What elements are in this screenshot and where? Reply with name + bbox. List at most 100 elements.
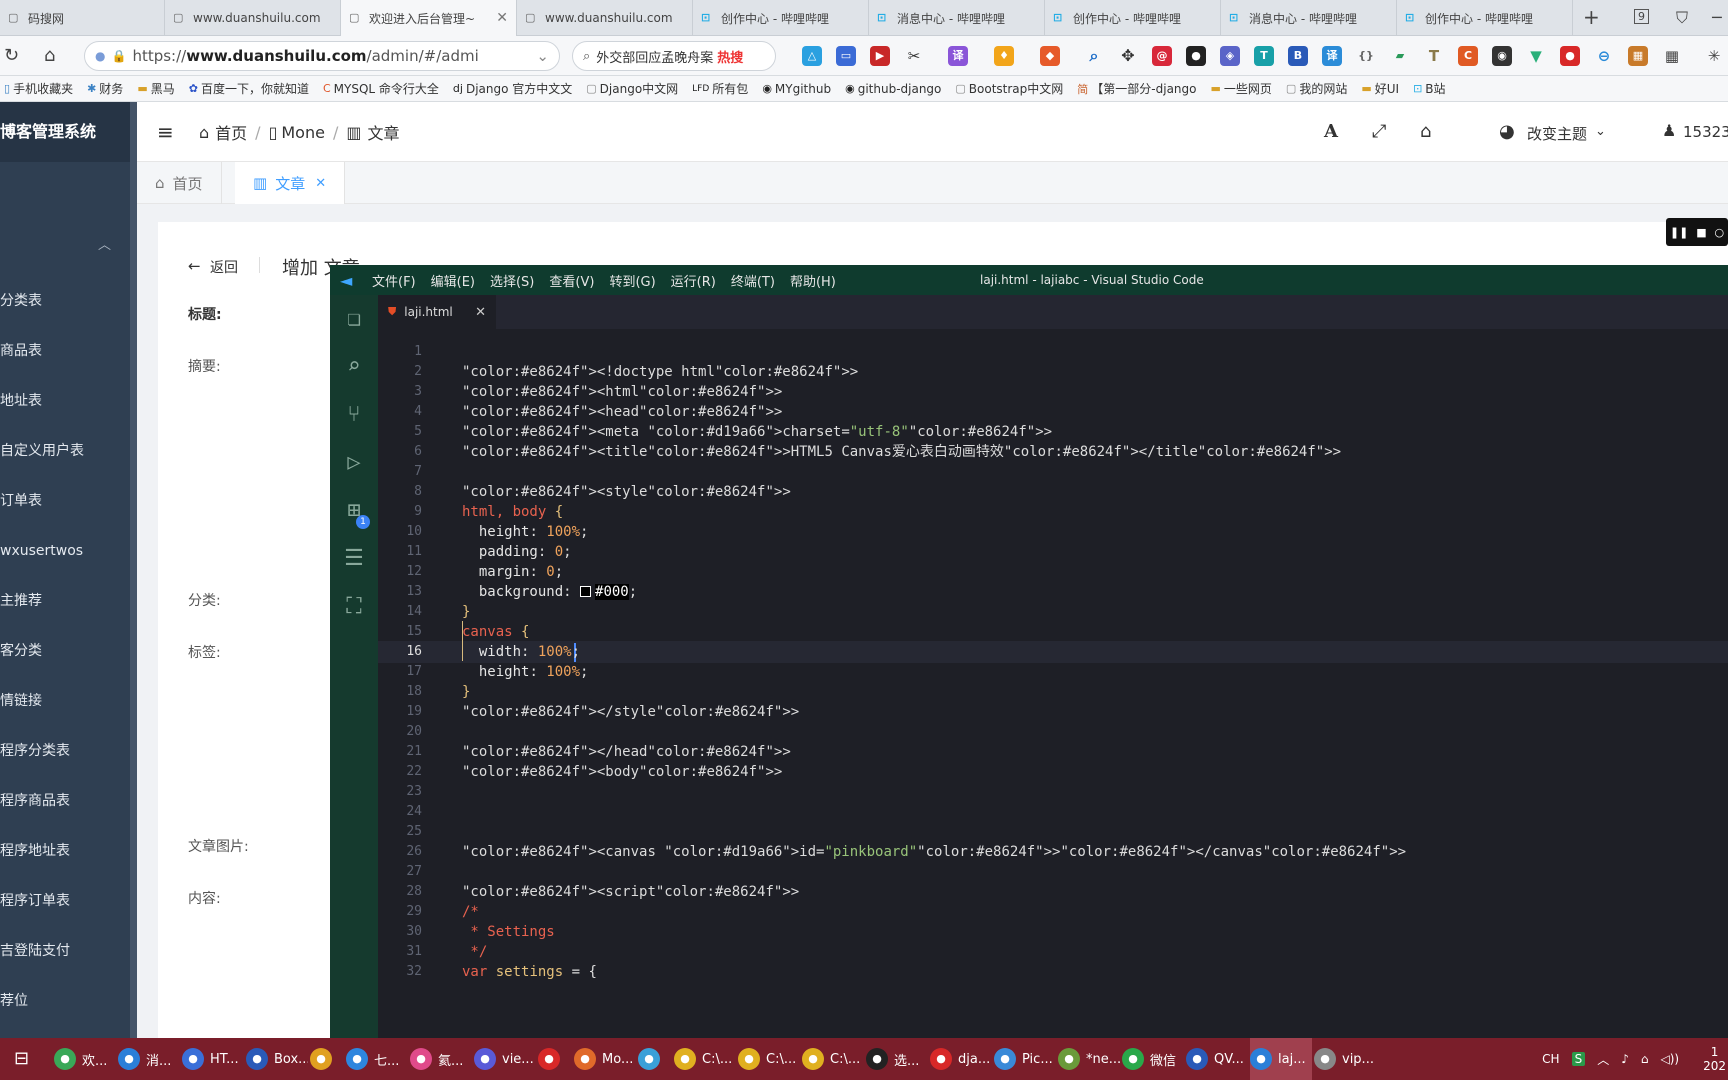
record-icon[interactable]: ○ [1714, 226, 1724, 239]
tab-count-badge[interactable]: 9 [1634, 9, 1649, 24]
extension-icon[interactable]: @ [1152, 46, 1172, 66]
close-icon[interactable]: ✕ [475, 305, 486, 320]
chevron-down-icon[interactable]: ⌄ [1595, 124, 1606, 139]
search-input[interactable]: ⌕ 外交部回应孟晚舟案 热搜 [572, 41, 776, 71]
taskbar-app[interactable]: ● 欢... [54, 1038, 116, 1080]
chevron-down-icon[interactable]: ⌄ [536, 47, 549, 65]
back-button[interactable]: 返回 [210, 257, 238, 277]
taskbar-app[interactable]: ● QV... [1186, 1038, 1248, 1080]
taskbar-app[interactable]: ● vip... [1314, 1038, 1376, 1080]
menu-edit[interactable]: 编辑(E) [431, 271, 475, 290]
editor-tab[interactable]: ⛊ laji.html ✕ [378, 295, 496, 329]
loading-icon[interactable]: ✳ [1704, 46, 1724, 66]
grid-icon[interactable]: ▦ [1662, 46, 1682, 66]
pause-icon[interactable]: ❚❚ [1670, 226, 1688, 239]
taskbar-app[interactable]: ● Box... [246, 1038, 308, 1080]
taskbar-app[interactable]: ● [310, 1038, 344, 1080]
microphone-icon[interactable]: ♪ [1621, 1052, 1629, 1066]
sidebar-item[interactable]: 程序订单表 [0, 876, 137, 926]
close-icon[interactable]: ✕ [315, 176, 326, 191]
volume-icon[interactable]: ◁)) [1661, 1052, 1680, 1066]
close-icon[interactable]: ✕ [496, 10, 508, 26]
tab-home[interactable]: ⌂ 首页 [137, 162, 222, 204]
sidebar-item[interactable]: 自定义用户表 [0, 426, 137, 476]
bookmark[interactable]: ▢ Django中文网 [586, 80, 678, 97]
media-controls[interactable]: ❚❚ ■ ○ [1666, 218, 1728, 246]
bookmark[interactable]: ▬ 一些网页 [1210, 80, 1271, 97]
taskbar-app[interactable]: ● Mo... [574, 1038, 636, 1080]
stop-icon[interactable]: ■ [1696, 226, 1706, 239]
bookmark[interactable]: ▢ Bootstrap中文网 [955, 80, 1063, 97]
extension-icon[interactable]: ◆ [1040, 46, 1060, 66]
sidebar-item[interactable]: 程序分类表 [0, 726, 137, 776]
breadcrumb-item[interactable]: Mone [281, 123, 325, 142]
new-tab-icon[interactable]: + [1583, 5, 1600, 29]
bookmark[interactable]: ◉ github-django [845, 82, 941, 96]
ime-icon[interactable]: S [1571, 1052, 1586, 1066]
menu-file[interactable]: 文件(F) [372, 271, 416, 290]
sidebar-item[interactable]: 客分类 [0, 626, 137, 676]
taskbar-app[interactable]: ● vie... [474, 1038, 536, 1080]
back-arrow-icon[interactable]: ← [188, 257, 201, 275]
browser-tab[interactable]: ⊡ 消息中心 - 哔哩哔哩 [869, 0, 1045, 36]
taskbar-app[interactable]: ● HT... [182, 1038, 244, 1080]
taskbar-app[interactable]: ● dja... [930, 1038, 992, 1080]
bookmark[interactable]: ▢ 我的网站 [1286, 80, 1347, 97]
shirt-icon[interactable]: ⛉ [1676, 8, 1688, 28]
reload-icon[interactable]: ↻ [4, 45, 19, 66]
taskbar-app[interactable]: ● 氦... [410, 1038, 472, 1080]
source-control-icon[interactable]: ⑂ [330, 393, 378, 437]
browser-tab[interactable]: ⊡ 创作中心 - 哔哩哔哩 [693, 0, 869, 36]
search-icon[interactable]: ⌕ [330, 345, 378, 389]
bookmark[interactable]: dj Django 官方中文文 [453, 80, 572, 97]
run-debug-icon[interactable]: ▷ [330, 441, 378, 485]
sidebar-group-header[interactable]: ︿ [0, 218, 137, 274]
taskbar-app[interactable]: ● C:\... [802, 1038, 864, 1080]
braces-icon[interactable]: {} [1356, 46, 1376, 66]
sidebar-item[interactable]: 地址表 [0, 376, 137, 426]
bookmark[interactable]: ✱ 财务 [87, 80, 123, 97]
font-size-icon[interactable]: A [1324, 121, 1338, 142]
sidebar-item[interactable]: 订单表 [0, 476, 137, 526]
bookmark[interactable]: ▯ 手机收藏夹 [4, 80, 73, 97]
bookmark[interactable]: ▬ 好UI [1361, 80, 1399, 97]
browser-tab-active[interactable]: ▢ 欢迎进入后台管理~ ✕ [341, 0, 517, 36]
menu-view[interactable]: 查看(V) [549, 271, 594, 290]
taskbar-app[interactable]: ● [638, 1038, 672, 1080]
extension-icon[interactable]: ● [1186, 46, 1206, 66]
extension-icon[interactable]: ◈ [1220, 46, 1240, 66]
translate-icon[interactable]: 译 [1322, 46, 1342, 66]
menu-go[interactable]: 转到(G) [609, 271, 655, 290]
taskbar-app[interactable]: ● 消... [118, 1038, 180, 1080]
translate-icon[interactable]: 译 [948, 46, 968, 66]
extension-icon[interactable]: △ [802, 46, 822, 66]
clock[interactable]: 1 202 [1691, 1045, 1726, 1073]
extension-icon[interactable]: ⊖ [1594, 46, 1614, 66]
browser-tab[interactable]: ⊡ 消息中心 - 哔哩哔哩 [1221, 0, 1397, 36]
list-icon[interactable]: ☰ [330, 537, 378, 581]
browser-tab[interactable]: ⊡ 创作中心 - 哔哩哔哩 [1045, 0, 1221, 36]
bookmark[interactable]: ✿ 百度一下，你就知道 [189, 80, 309, 97]
user-icon[interactable]: ♟ [1662, 121, 1676, 140]
user-name[interactable]: 153234 [1683, 123, 1728, 141]
fullscreen-icon[interactable]: ⤢ [1372, 121, 1386, 142]
bookmark[interactable]: 简【第一部分-django [1077, 80, 1196, 97]
sidebar-item[interactable]: 主推荐 [0, 576, 137, 626]
taskbar-app[interactable]: ● Pic... [994, 1038, 1056, 1080]
sidebar-item[interactable]: 吉登陆支付 [0, 926, 137, 976]
taskbar-app[interactable]: ● 七... [346, 1038, 408, 1080]
bookmark[interactable]: C MYSQL 命令行大全 [323, 80, 439, 97]
sidebar-item[interactable]: 程序商品表 [0, 776, 137, 826]
menu-selection[interactable]: 选择(S) [490, 271, 534, 290]
extension-icon[interactable]: ▶ [870, 46, 890, 66]
sidebar-item[interactable]: 商品表 [0, 326, 137, 376]
extension-icon[interactable]: ◉ [1492, 46, 1512, 66]
taskbar-app[interactable]: ● [538, 1038, 572, 1080]
sidebar-item[interactable]: 情链接 [0, 676, 137, 726]
move-icon[interactable]: ✥ [1118, 46, 1138, 66]
breadcrumb-item[interactable]: 首页 [215, 120, 247, 144]
bookmark[interactable]: LFD 所有包 [692, 80, 748, 97]
taskbar-app[interactable]: ● C:\... [674, 1038, 736, 1080]
sidebar-item[interactable]: 分类表 [0, 276, 137, 326]
home-icon[interactable]: ⌂ [44, 45, 55, 66]
